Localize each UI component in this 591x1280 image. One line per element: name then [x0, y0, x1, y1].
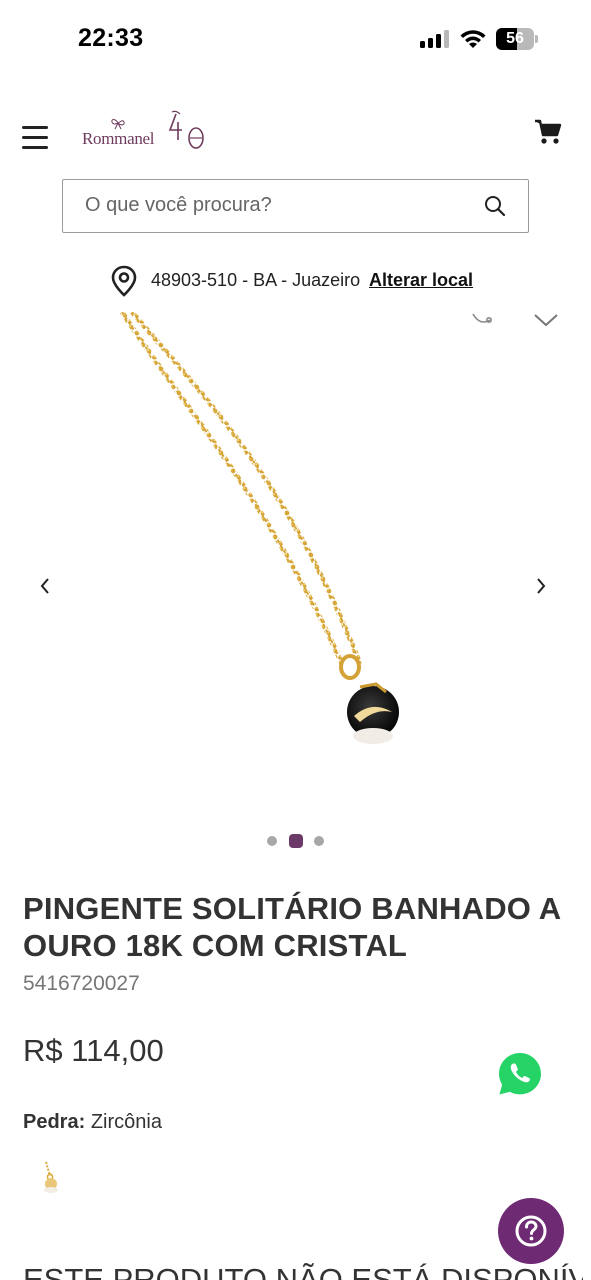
search-input[interactable] [85, 180, 465, 231]
logo-bow-icon [111, 119, 125, 130]
whatsapp-icon[interactable] [496, 1050, 544, 1098]
status-time: 22:33 [78, 24, 144, 52]
gallery-pagination [264, 832, 328, 850]
change-location-link[interactable]: Alterar local [369, 270, 473, 291]
battery-icon: 56 [496, 28, 538, 50]
product-attribute-stone: Pedra: Zircônia [23, 1111, 162, 1134]
product-unavailable-notice: ESTE PRODUTO NÃO ESTÁ DISPONÍVEL [23, 1262, 583, 1280]
logo-anniversary-mark [168, 110, 204, 149]
gallery-dot-active[interactable] [289, 834, 303, 848]
gallery-dot[interactable] [267, 836, 277, 846]
product-sku: 5416720027 [23, 972, 140, 995]
attribute-value: Zircônia [90, 1111, 162, 1133]
share-icon[interactable] [470, 312, 494, 330]
help-chat-button[interactable] [498, 1198, 564, 1264]
product-price: R$ 114,00 [23, 1033, 164, 1068]
brand-logo[interactable]: Rommanel [80, 108, 210, 154]
product-image-gallery[interactable] [0, 312, 591, 822]
status-bar: 22:33 56 [0, 0, 591, 80]
hamburger-menu-icon[interactable] [22, 124, 50, 150]
logo-wordmark: Rommanel [82, 129, 155, 148]
cellular-signal-icon [420, 30, 450, 48]
variant-swatch-thumbnail[interactable] [34, 1160, 66, 1200]
question-mark-icon [515, 1215, 547, 1247]
attribute-label: Pedra: [23, 1111, 86, 1133]
previous-image-arrow-icon[interactable] [38, 576, 52, 596]
gallery-dot[interactable] [314, 836, 324, 846]
location-text: 48903-510 - BA - Juazeiro [151, 270, 361, 290]
delivery-location: 48903-510 - BA - Juazeiro Alterar local [110, 264, 510, 298]
product-title: PINGENTE SOLITÁRIO BANHADO A OURO 18K CO… [23, 891, 561, 963]
cart-icon[interactable] [533, 117, 563, 147]
search-icon[interactable] [483, 194, 507, 218]
battery-level: 56 [506, 30, 524, 47]
chevron-down-icon[interactable] [533, 312, 559, 328]
search-bar[interactable] [62, 179, 529, 233]
product-image [119, 312, 399, 744]
wifi-icon [460, 30, 486, 48]
next-image-arrow-icon[interactable] [534, 576, 548, 596]
map-pin-icon [111, 265, 137, 297]
